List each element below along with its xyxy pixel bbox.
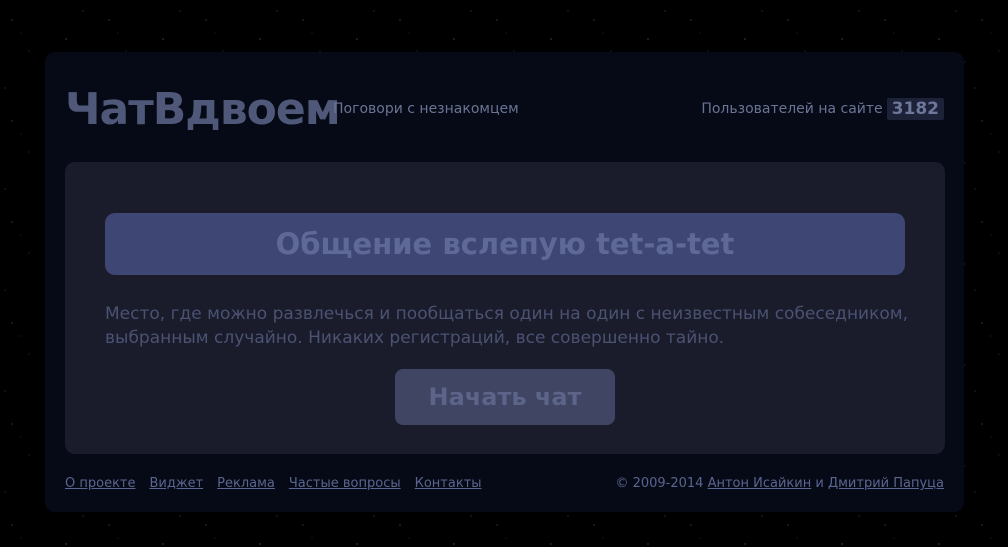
intro-banner: Общение вслепую tet-a-tet [105, 213, 905, 275]
footer-link-about[interactable]: О проекте [65, 476, 136, 491]
intro-panel: Общение вслепую tet-a-tet Место, где мож… [65, 162, 945, 454]
site-logo[interactable]: ЧатВдвоем [65, 82, 341, 138]
author-link-1[interactable]: Антон Исайкин [708, 476, 812, 491]
page: { "header": { "logo": "ЧатВдвоем", "tagl… [0, 0, 1008, 547]
footer-link-contacts[interactable]: Контакты [415, 476, 482, 491]
main-container: ЧатВдвоем Поговори с незнакомцем Пользов… [45, 52, 964, 512]
credits-conjunction: и [815, 476, 824, 491]
footer-link-widget[interactable]: Виджет [150, 476, 204, 491]
copyright-text: © 2009-2014 [615, 476, 704, 491]
footer-nav: О проекте Виджет Реклама Частые вопросы … [65, 476, 482, 491]
online-users-label: Пользователей на сайте [701, 101, 883, 117]
footer-link-ads[interactable]: Реклама [217, 476, 275, 491]
online-users: Пользователей на сайте 3182 [701, 98, 944, 120]
footer-credits: © 2009-2014 Антон Исайкин и Дмитрий Папу… [615, 476, 944, 491]
start-chat-button[interactable]: Начать чат [395, 369, 615, 425]
footer-link-faq[interactable]: Частые вопросы [289, 476, 401, 491]
author-link-2[interactable]: Дмитрий Папуца [828, 476, 944, 491]
intro-description: Место, где можно развлечься и пообщаться… [105, 304, 909, 348]
online-users-count: 3182 [886, 98, 944, 120]
site-tagline: Поговори с незнакомцем [333, 101, 519, 117]
